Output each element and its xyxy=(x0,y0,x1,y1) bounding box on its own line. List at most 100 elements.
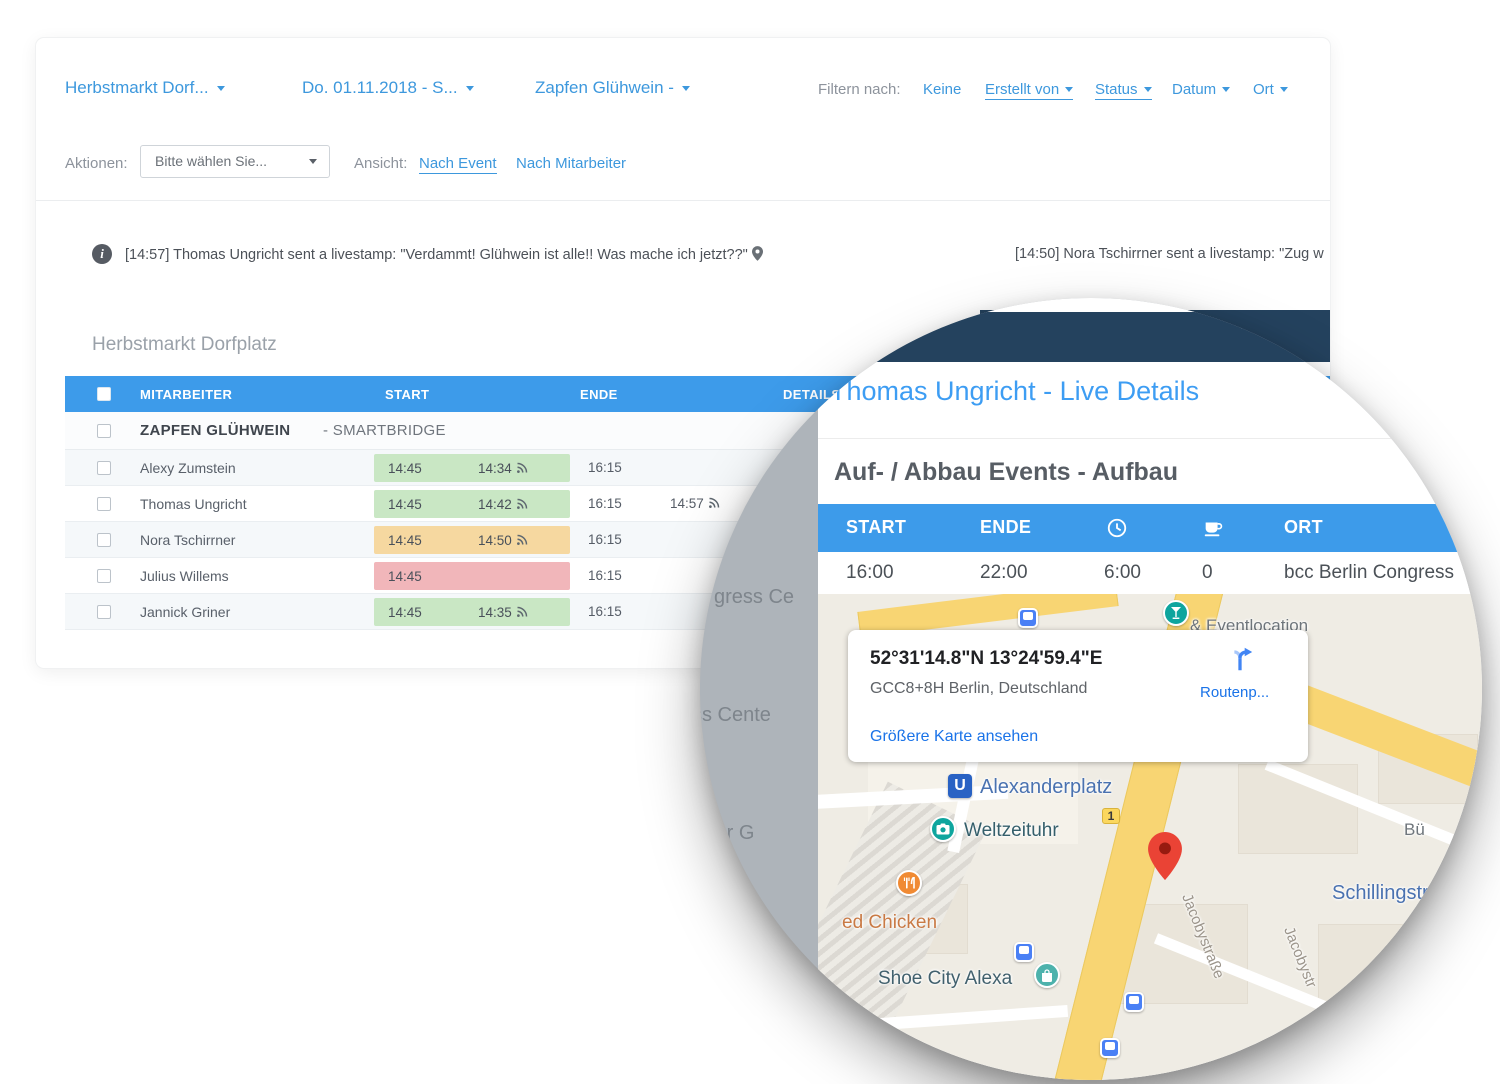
date-dropdown[interactable]: Do. 01.11.2018 - S... xyxy=(302,78,474,98)
actions-select[interactable]: Bitte wählen Sie... xyxy=(140,145,330,178)
ubahn-logo[interactable]: U xyxy=(948,774,972,798)
filter-none[interactable]: Keine xyxy=(923,81,961,98)
chevron-down-icon xyxy=(1280,87,1288,92)
row-checkbox[interactable] xyxy=(97,497,111,511)
start-time-block[interactable]: 14:45 14:34 xyxy=(374,454,570,482)
start-time-block[interactable]: 14:45 14:50 xyxy=(374,526,570,554)
transit-stop-icon[interactable] xyxy=(1100,1038,1120,1058)
row-checkbox[interactable] xyxy=(97,569,111,583)
start-time-block[interactable]: 14:45 xyxy=(374,562,570,590)
street-jacoby-label: Jacobystr xyxy=(1280,924,1320,990)
start-time-block[interactable]: 14:45 14:35 xyxy=(374,598,570,626)
livestamp-rss-icon xyxy=(708,497,720,509)
employee-name: Jannick Griner xyxy=(140,604,230,620)
col-mitarbeiter: MITARBEITER xyxy=(140,387,232,402)
tab-view-by-employee[interactable]: Nach Mitarbeiter xyxy=(516,155,626,172)
detail-col-ort: ORT xyxy=(1284,517,1323,538)
employee-name: Alexy Zumstein xyxy=(140,460,236,476)
map-embed[interactable]: & Eventlocation U Alexanderplatz Weltzei… xyxy=(818,594,1482,1080)
filter-date[interactable]: Datum xyxy=(1172,81,1230,98)
dimmed-fragment: gress Ce xyxy=(714,586,794,609)
livestamp-rss-icon xyxy=(516,462,528,474)
detail-location: bcc Berlin Congress xyxy=(1284,562,1454,584)
chevron-down-icon xyxy=(1144,87,1152,92)
map-info-card: 52°31'14.8"N 13°24'59.4"E GCC8+8H Berlin… xyxy=(848,630,1308,762)
transit-stop-icon[interactable] xyxy=(1014,942,1034,962)
station-alexanderplatz-label[interactable]: Alexanderplatz xyxy=(980,776,1112,799)
employee-name: Nora Tschirrner xyxy=(140,532,235,548)
end-time: 16:15 xyxy=(588,496,622,511)
select-all-checkbox[interactable] xyxy=(97,387,111,401)
planned-start: 14:45 xyxy=(388,497,422,512)
shopping-bag-icon xyxy=(1041,969,1053,982)
planned-start: 14:45 xyxy=(388,461,422,476)
map-marker-icon xyxy=(1148,832,1182,880)
end-time: 16:15 xyxy=(588,604,622,619)
livestamp-message-left: [14:57] Thomas Ungricht sent a livestamp… xyxy=(125,246,763,263)
larger-map-link[interactable]: Größere Karte ansehen xyxy=(870,728,1038,746)
actual-start: 14:42 xyxy=(478,497,528,512)
directions-button[interactable] xyxy=(1218,644,1262,679)
detail-col-start: START xyxy=(846,517,906,538)
filter-location[interactable]: Ort xyxy=(1253,81,1288,98)
filter-created-by[interactable]: Erstellt von xyxy=(985,81,1073,100)
nightlife-poi-icon[interactable] xyxy=(1163,600,1189,626)
restaurant-icon xyxy=(903,877,915,889)
coffee-cup-icon xyxy=(1202,517,1224,539)
livestamp-rss-icon xyxy=(516,498,528,510)
clock-icon xyxy=(1106,517,1128,539)
end-time: 16:15 xyxy=(588,532,622,547)
divider xyxy=(818,438,1482,439)
address-label: GCC8+8H Berlin, Deutschland xyxy=(870,680,1087,698)
weltzeituhr-label[interactable]: Weltzeituhr xyxy=(964,820,1059,842)
event-dropdown[interactable]: Herbstmarkt Dorf... xyxy=(65,78,225,98)
info-icon xyxy=(92,244,112,264)
magnified-navy-bar xyxy=(700,312,1482,362)
dimmed-fragment: ter G xyxy=(710,822,754,845)
tab-view-by-event[interactable]: Nach Event xyxy=(419,155,497,174)
station-schilling-label[interactable]: Schillingstr xyxy=(1332,882,1429,905)
divider xyxy=(36,200,1330,201)
directions-label[interactable]: Routenp... xyxy=(1200,684,1269,701)
employee-name: Thomas Ungricht xyxy=(140,496,247,512)
end-livestamp: 14:57 xyxy=(670,496,720,511)
live-details-panel: Thomas Ungricht - Live Details Auf- / Ab… xyxy=(818,362,1482,1080)
planned-start: 14:45 xyxy=(388,533,422,548)
filter-label: Filtern nach: xyxy=(818,81,901,98)
detail-duration: 6:00 xyxy=(1104,562,1141,584)
function-dropdown[interactable]: Zapfen Glühwein - xyxy=(535,78,690,98)
chevron-down-icon xyxy=(682,86,690,91)
restaurant-poi-icon[interactable] xyxy=(896,870,922,896)
employee-name: Julius Willems xyxy=(140,568,229,584)
coordinates-label: 52°31'14.8"N 13°24'59.4"E xyxy=(870,648,1102,670)
chicken-label[interactable]: ed Chicken xyxy=(842,912,937,934)
detail-start: 16:00 xyxy=(846,562,894,584)
chevron-down-icon xyxy=(1065,87,1073,92)
attraction-poi-icon[interactable] xyxy=(930,816,956,842)
chevron-down-icon xyxy=(217,86,225,91)
chevron-down-icon xyxy=(1222,87,1230,92)
row-checkbox[interactable] xyxy=(97,533,111,547)
map-marker[interactable] xyxy=(1148,832,1182,885)
group-checkbox[interactable] xyxy=(97,424,111,438)
transit-stop-icon[interactable] xyxy=(1018,608,1038,628)
actual-start: 14:35 xyxy=(478,605,528,620)
location-pin-icon[interactable] xyxy=(752,246,763,261)
end-time: 16:15 xyxy=(588,460,622,475)
filter-status[interactable]: Status xyxy=(1095,81,1152,100)
magnifier-overlay: gress Ce ss Cente ter G Thomas Ungricht … xyxy=(700,298,1482,1080)
detail-breaks: 0 xyxy=(1202,562,1213,584)
buero-label: Bü xyxy=(1404,820,1425,840)
live-details-title: Thomas Ungricht - Live Details xyxy=(830,376,1199,407)
cocktail-icon xyxy=(1170,607,1182,619)
row-checkbox[interactable] xyxy=(97,605,111,619)
start-time-block[interactable]: 14:45 14:42 xyxy=(374,490,570,518)
transit-stop-icon[interactable] xyxy=(1124,992,1144,1012)
planned-start: 14:45 xyxy=(388,569,422,584)
row-checkbox[interactable] xyxy=(97,461,111,475)
shoe-city-label[interactable]: Shoe City Alexa xyxy=(878,968,1012,990)
livestamp-rss-icon xyxy=(516,606,528,618)
shopping-poi-icon[interactable] xyxy=(1034,962,1060,988)
end-time: 16:15 xyxy=(588,568,622,583)
actual-start: 14:34 xyxy=(478,461,528,476)
